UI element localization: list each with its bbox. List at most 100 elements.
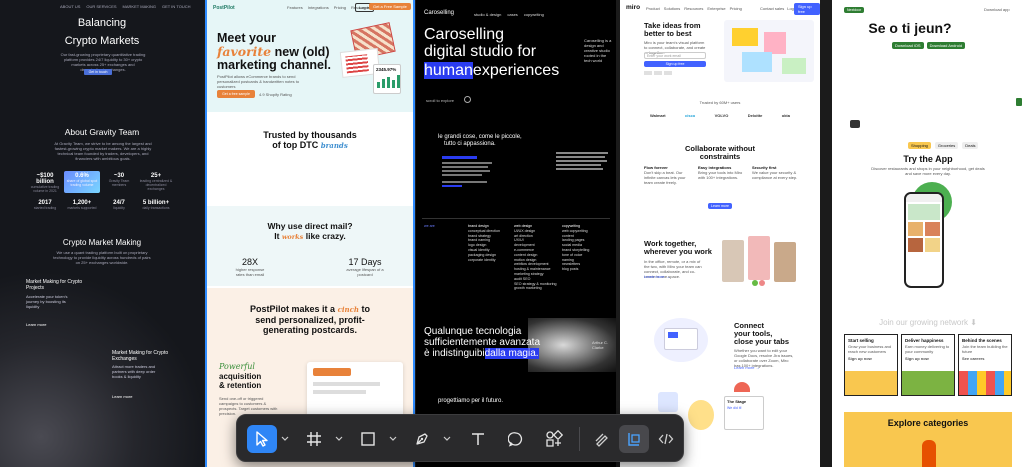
services-we-are: we are [424, 224, 435, 228]
frame-food-app[interactable]: Nextdoor Download app Se o ti jeun? Down… [832, 0, 1024, 467]
scooter-icon [850, 120, 860, 128]
nav-item[interactable]: Solutions [664, 6, 680, 11]
sso-icons [644, 71, 704, 75]
bar-chart-icon [377, 75, 400, 88]
select-tool-button[interactable] [247, 425, 277, 453]
hero-line3: humanexperiences [424, 62, 560, 79]
logo[interactable]: PostPilot [213, 5, 235, 11]
network-heading: Join our growing network ⬇ [879, 318, 977, 327]
nav-item[interactable]: Pricing [730, 6, 742, 11]
chevron-down-icon[interactable] [281, 434, 289, 444]
design-canvas[interactable]: ABOUT US OUR SERVICES MARKET MAKING GET … [0, 0, 1024, 467]
rating-text: 4.9 Shopify Rating [259, 92, 292, 97]
exchanges-link[interactable]: Learn more [112, 394, 132, 399]
pill[interactable]: Groceries [934, 142, 959, 149]
nav-item[interactable]: copywriting [524, 12, 544, 17]
acquisition-body: Send one-off or triggered campaigns to c… [219, 396, 278, 416]
logo[interactable]: miro [626, 4, 640, 11]
cta-button[interactable]: Get a Free Sample [369, 3, 411, 10]
stat-block: 28X higher response rates than email [235, 257, 265, 277]
email-input[interactable]: Enter your work email [644, 52, 706, 59]
stats-card: 2345.97% [373, 64, 401, 94]
frame-caroselling[interactable]: Caroselling studio & design cases copywr… [416, 0, 616, 467]
top-nav: ABOUT US OUR SERVICES MARKET MAKING GET … [60, 4, 190, 9]
projects-link[interactable]: Learn more [26, 322, 46, 327]
stat-cell: ~30 Gravity Team members [108, 173, 130, 187]
chevron-down-icon[interactable] [389, 434, 397, 444]
frame-tool-button[interactable] [299, 425, 329, 453]
nav-item[interactable]: Integrations [308, 5, 329, 10]
work-link[interactable]: Learn more → [644, 274, 670, 279]
actions-tool-button[interactable] [539, 425, 569, 453]
pill[interactable]: Deals [962, 142, 979, 149]
android-download-button[interactable]: Download Android [926, 42, 966, 49]
dev-mode-button[interactable] [651, 425, 681, 453]
hero-subtitle: PostPilot allows eCommerce brands to sen… [217, 74, 300, 89]
frame-hash-icon [307, 432, 321, 446]
chevron-down-icon[interactable] [443, 434, 451, 444]
nav-item[interactable]: studio & design [474, 12, 501, 17]
frame-postpilot[interactable]: PostPilot Features Integrations Pricing … [205, 0, 415, 467]
market-making-body: We use a quant trading platform built on… [53, 250, 151, 265]
studio-blurb: Caroselling is a design and creative stu… [584, 38, 612, 63]
comment-tool-button[interactable] [501, 425, 531, 453]
cisco-logo: cisco [685, 113, 696, 118]
chevron-down-icon[interactable] [335, 434, 343, 444]
services-web-design: web design UI/UX design art direction UX… [514, 224, 557, 291]
toolbar-divider [579, 427, 580, 451]
hero-title-line2: Crypto Markets [64, 35, 140, 47]
nav-item[interactable]: Resources [684, 6, 703, 11]
ios-download-button[interactable]: Download iOS [892, 42, 924, 49]
hero-button[interactable]: Get in touch [84, 69, 112, 75]
draw-mode-button[interactable] [587, 425, 617, 453]
tile-behind-the-scenes[interactable]: Behind the scenes Join the team building… [958, 334, 1012, 396]
design-mode-button[interactable] [619, 425, 649, 453]
stat-cell: 1,200+ markets supported [67, 200, 97, 210]
nav-item[interactable]: cases [507, 12, 517, 17]
secondary-paragraph [556, 152, 608, 192]
hero-cta-button[interactable]: Get a free sample [217, 90, 255, 98]
nav-item[interactable]: OUR SERVICES [86, 4, 116, 9]
code-brackets-icon [658, 433, 674, 445]
top-nav: Product Solutions Resources Enterprise P… [646, 6, 742, 11]
tile-start-selling[interactable]: Start selling Grow your business and rea… [844, 334, 898, 396]
shapes-plus-icon [546, 430, 563, 447]
text-tool-button[interactable] [463, 425, 493, 453]
scroll-icon[interactable] [464, 96, 471, 103]
nav-item[interactable]: GET IN TOUCH [162, 4, 190, 9]
download-app-link[interactable]: Download app [984, 7, 1010, 12]
nav-item[interactable]: ABOUT US [60, 4, 80, 9]
logo[interactable]: Nextdoor [844, 7, 865, 13]
stat-cell: 2017 started trading [33, 200, 57, 210]
stats-grid: ~$100 billion cumulative trading volume … [28, 171, 174, 221]
side-tab[interactable] [1016, 98, 1022, 106]
connect-link[interactable]: Learn more → [734, 365, 760, 370]
quote-heading: le grandi cose, come le piccole, tutto c… [438, 134, 522, 147]
stat-block: 17 Days average lifespan of a postcard [346, 257, 384, 277]
divider [422, 218, 610, 219]
contact-sales-link[interactable]: Contact sales [760, 6, 784, 11]
learn-more-button[interactable]: Learn more [708, 203, 732, 209]
nav-item[interactable]: Features [287, 5, 303, 10]
hero-line1: Caroselling [424, 26, 505, 43]
cursor-arrow-icon [256, 431, 268, 447]
frame-gravity-team[interactable]: ABOUT US OUR SERVICES MARKET MAKING GET … [0, 0, 204, 467]
frame-miro[interactable]: miro Product Solutions Resources Enterpr… [620, 0, 820, 467]
about-body: At Gravity Team, we strive to be among t… [54, 141, 152, 161]
nav-item[interactable]: Pricing [334, 5, 346, 10]
nav-item[interactable]: Enterprise [707, 6, 725, 11]
feature-item: Security first We value your security & … [752, 165, 798, 180]
hero-board-image [724, 20, 814, 82]
hero-signup-button[interactable]: Sign up free [644, 61, 706, 67]
nav-item[interactable]: MARKET MAKING [123, 4, 157, 9]
nav-item[interactable]: Product [646, 6, 660, 11]
hero-illustration: 2345.97% [339, 22, 401, 96]
tile-deliver-happiness[interactable]: Deliver happiness Earn money delivering … [901, 334, 955, 396]
pill[interactable]: Shopping [908, 142, 931, 149]
signup-button[interactable]: Sign up free [794, 3, 820, 15]
hero-title-line1: Balancing [77, 17, 127, 29]
pen-tool-button[interactable] [407, 425, 437, 453]
logo[interactable]: Caroselling [424, 10, 454, 16]
services-brand-design: brand design conceptual direction brand … [468, 224, 500, 262]
shape-tool-button[interactable] [353, 425, 383, 453]
